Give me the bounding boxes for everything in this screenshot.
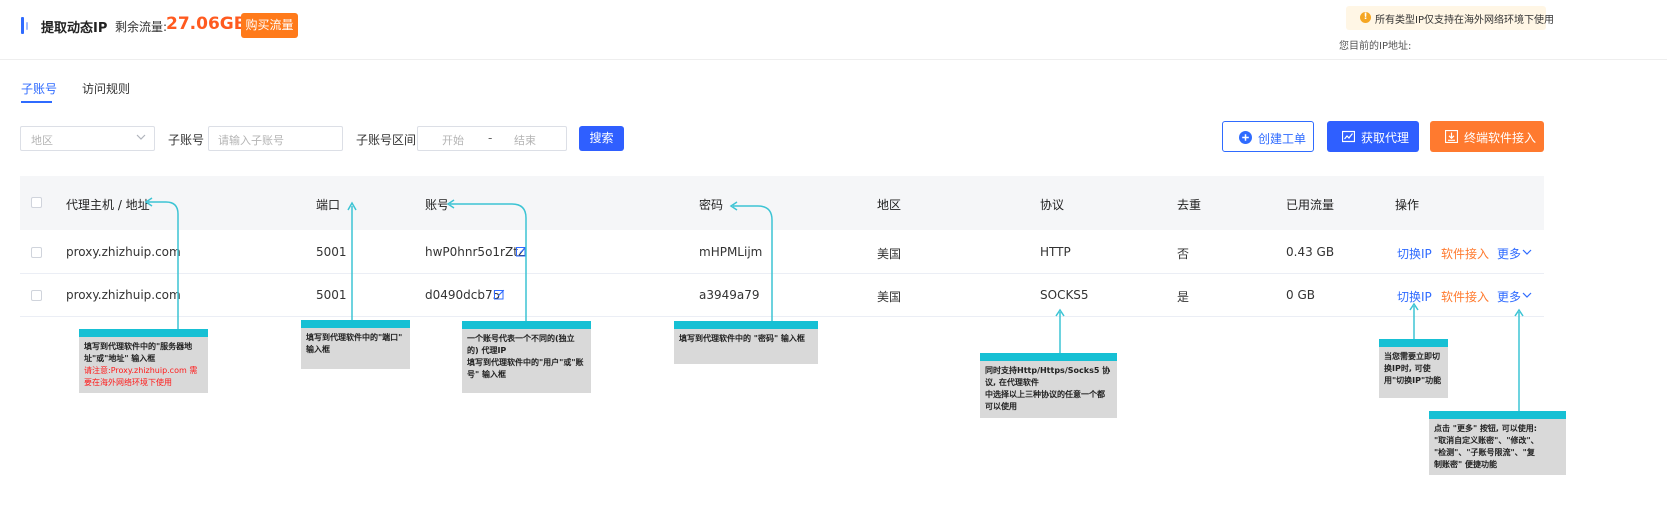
annotation-host-line: 址"或"地址" 输入框 — [84, 354, 156, 363]
annotation-host-line: 填写到代理软件中的"服务器地 — [84, 342, 193, 351]
annotation-protocol-line: 同时支持Http/Https/Socks5 协 — [985, 366, 1111, 375]
annotation-protocol: 同时支持Http/Https/Socks5 协 议, 在代理软件 中选择以上三种… — [980, 353, 1117, 418]
annotation-host: 填写到代理软件中的"服务器地 址"或"地址" 输入框 请注意:Proxy.zhi… — [79, 329, 208, 393]
annotation-switch-line: 用"切换IP"功能 — [1384, 376, 1442, 385]
annotation-protocol-line: 议, 在代理软件 — [985, 378, 1039, 387]
annotation-switch-line: 当您需要立即切 — [1384, 352, 1440, 361]
annotation-more-line: "取消自定义账密"、"修改"、 — [1434, 436, 1539, 445]
annotation-port-line: 输入框 — [306, 345, 330, 354]
annotation-more-line: 制账密" 便捷功能 — [1434, 460, 1497, 469]
annotation-port-line: 填写到代理软件中的"端口" — [306, 333, 403, 342]
annotation-password: 填写到代理软件中的 "密码" 输入框 — [674, 321, 818, 364]
annotation-protocol-line: 中选择以上三种协议的任意一个都 — [985, 390, 1105, 399]
annotation-password-line: 填写到代理软件中的 "密码" 输入框 — [679, 334, 805, 343]
annotation-account-line: 的) 代理IP — [467, 346, 507, 355]
annotation-more-line: "检测"、"子账号限流"、"复 — [1434, 448, 1535, 457]
annotation-more-line: 点击 "更多" 按钮, 可以使用: — [1434, 424, 1537, 433]
annotation-account-line: 号" 输入框 — [467, 370, 506, 379]
annotation-switch-ip: 当您需要立即切 换IP时, 可使 用"切换IP"功能 — [1379, 339, 1448, 398]
annotation-account: 一个账号代表一个不同的(独立 的) 代理IP 填写到代理软件中的"用户"或"账 … — [462, 321, 591, 393]
annotation-account-line: 一个账号代表一个不同的(独立 — [467, 334, 575, 343]
annotation-more: 点击 "更多" 按钮, 可以使用: "取消自定义账密"、"修改"、 "检测"、"… — [1429, 411, 1566, 475]
annotation-host-warning: 请注意:Proxy.zhizhuip.com 需 — [84, 366, 198, 375]
annotation-host-warning: 要在海外网络环境下使用 — [84, 378, 172, 387]
annotation-switch-line: 换IP时, 可使 — [1384, 364, 1431, 373]
annotation-arrows — [144, 197, 1524, 412]
annotation-protocol-line: 可以使用 — [985, 402, 1017, 411]
annotation-account-line: 填写到代理软件中的"用户"或"账 — [467, 358, 584, 367]
annotation-port: 填写到代理软件中的"端口" 输入框 — [301, 320, 410, 369]
